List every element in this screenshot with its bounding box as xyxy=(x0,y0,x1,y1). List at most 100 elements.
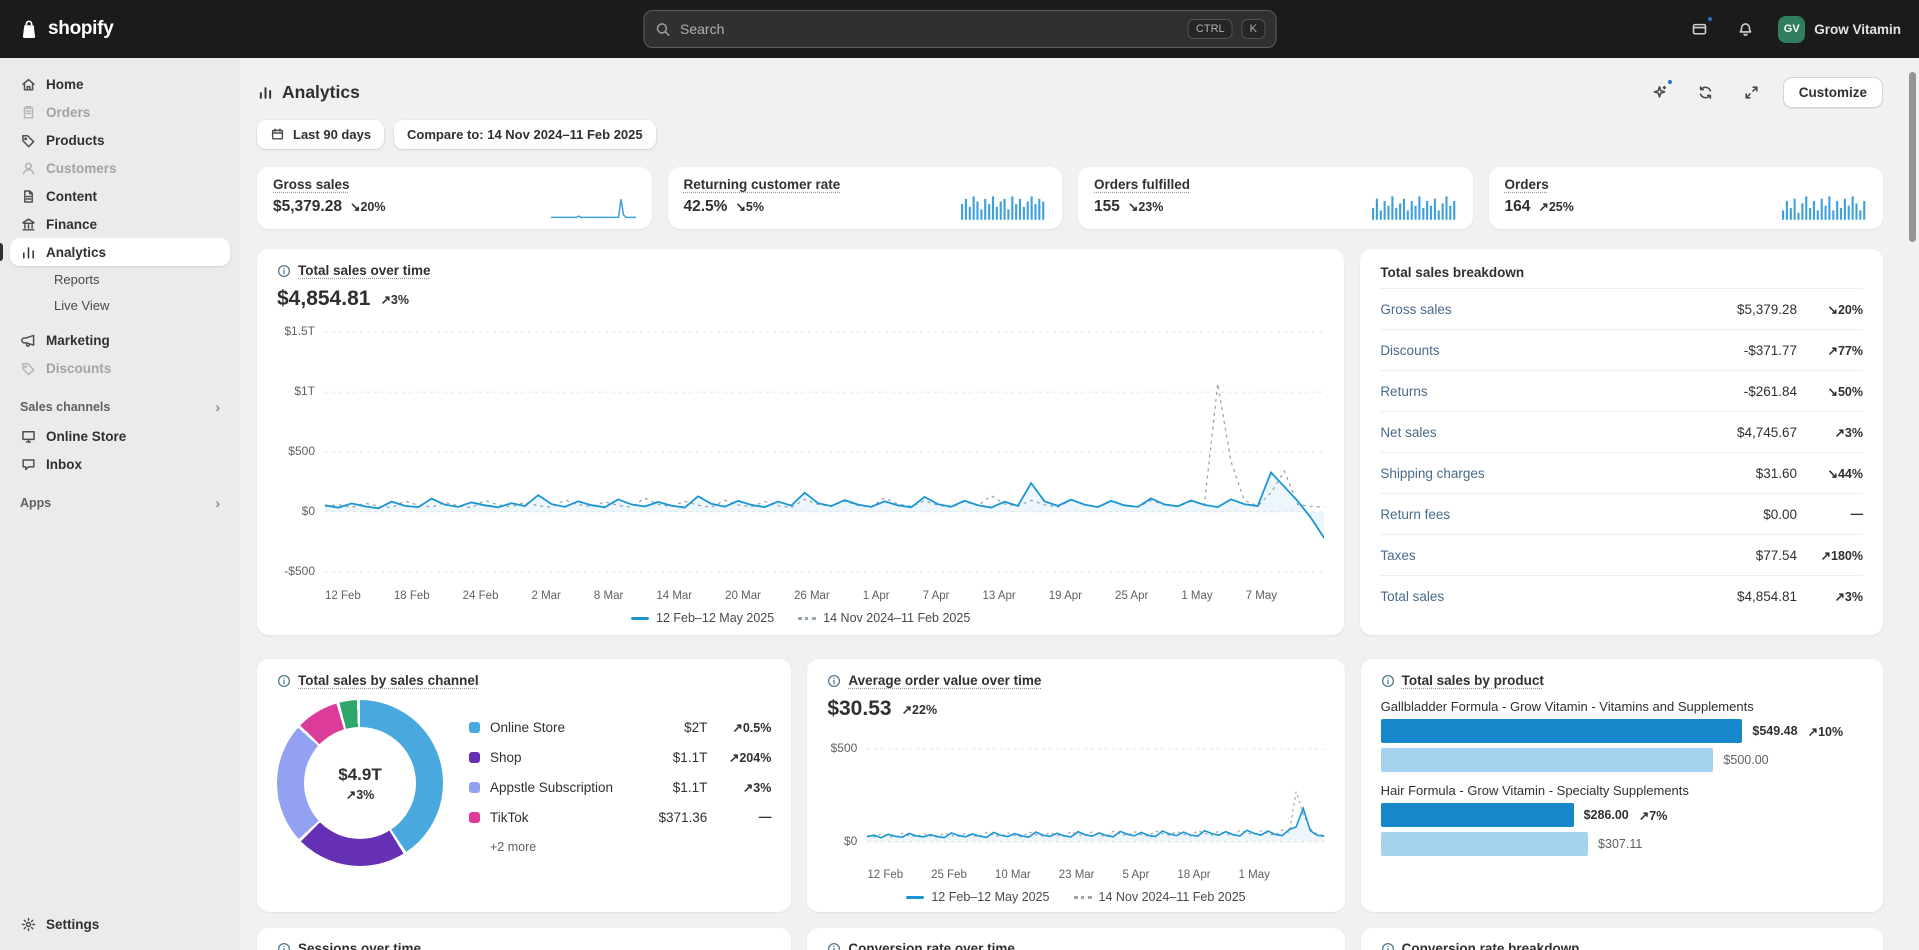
notifications-button[interactable] xyxy=(1732,16,1758,42)
previous-period-bar xyxy=(1381,748,1714,772)
kpi-title[interactable]: Orders fulfilled xyxy=(1094,177,1190,192)
sidebar-item-online-store[interactable]: Online Store xyxy=(10,422,230,450)
vertical-scrollbar[interactable] xyxy=(1909,72,1916,242)
customize-button[interactable]: Customize xyxy=(1783,77,1883,108)
kpi-title[interactable]: Gross sales xyxy=(273,177,350,192)
breakdown-row: Gross sales $5,379.28 ↘20% xyxy=(1380,288,1863,329)
sparkline-chart xyxy=(961,194,1046,220)
channel-legend-row: Appstle Subscription $1.1T ↗3% xyxy=(469,772,771,802)
kpi-value: 155 xyxy=(1094,198,1120,216)
breakdown-row: Taxes $77.54 ↗180% xyxy=(1380,534,1863,575)
sidebar-item-analytics[interactable]: Analytics xyxy=(10,238,230,266)
breakdown-link[interactable]: Net sales xyxy=(1380,425,1737,440)
chart-delta: ↗3% xyxy=(380,292,409,307)
monitor-icon xyxy=(20,428,37,445)
store-avatar: GV xyxy=(1778,16,1805,43)
chart-title[interactable]: Conversion rate breakdown xyxy=(1402,941,1580,950)
breakdown-row: Net sales $4,745.67 ↗3% xyxy=(1380,411,1863,452)
sidebar-item-discounts[interactable]: Discounts xyxy=(10,354,230,382)
shop-swatch xyxy=(469,752,480,763)
store-menu[interactable]: GV Grow Vitamin xyxy=(1778,16,1901,43)
kpi-delta: ↘23% xyxy=(1128,199,1164,214)
chart-title[interactable]: Total sales by product xyxy=(1402,673,1544,688)
chart-title[interactable]: Conversion rate over time xyxy=(848,941,1015,950)
breakdown-link[interactable]: Return fees xyxy=(1380,507,1763,522)
active-indicator xyxy=(0,243,3,261)
channel-legend-row: TikTok $371.36 — xyxy=(469,802,771,832)
chart-title[interactable]: Sessions over time xyxy=(298,941,421,950)
sidebar-item-orders[interactable]: Orders xyxy=(10,98,230,126)
donut-center-value: $4.9T xyxy=(338,765,381,785)
chat-icon xyxy=(20,456,37,473)
breakdown-link[interactable]: Shipping charges xyxy=(1380,466,1755,481)
brand-wordmark: shopify xyxy=(48,18,113,40)
appstle-swatch xyxy=(469,782,480,793)
donut-center-delta: ↗3% xyxy=(346,787,375,802)
info-icon xyxy=(277,264,291,278)
kpi-title[interactable]: Orders xyxy=(1505,177,1549,192)
total-sales-over-time-card: Total sales over time $4,854.81 ↗3% $1.5… xyxy=(257,249,1344,635)
kpi-card-returning-customer-rate: Returning customer rate 42.5% ↘5% xyxy=(668,167,1063,229)
breakdown-link[interactable]: Gross sales xyxy=(1380,302,1737,317)
search-icon xyxy=(654,21,671,38)
shopify-logo[interactable]: shopify xyxy=(0,18,113,40)
kpi-card-orders: Orders 164 ↗25% xyxy=(1489,167,1884,229)
kpi-value: $5,379.28 xyxy=(273,198,342,216)
sidebar-item-content[interactable]: Content xyxy=(10,182,230,210)
breakdown-link[interactable]: Total sales xyxy=(1380,589,1737,604)
more-channels-link[interactable]: +2 more xyxy=(490,840,771,854)
chevron-right-icon: › xyxy=(215,400,220,414)
home-icon xyxy=(20,76,37,93)
aov-line-chart xyxy=(867,729,1324,864)
breakdown-row: Shipping charges $31.60 ↘44% xyxy=(1380,452,1863,493)
assistant-button[interactable] xyxy=(1645,77,1675,107)
breakdown-title: Total sales breakdown xyxy=(1380,263,1863,288)
current-period-bar xyxy=(1381,719,1743,743)
sidebar-item-home[interactable]: Home xyxy=(10,70,230,98)
compare-to-button[interactable]: Compare to: 14 Nov 2024–11 Feb 2025 xyxy=(394,120,656,149)
sidebar-item-marketing[interactable]: Marketing xyxy=(10,326,230,354)
megaphone-icon xyxy=(20,332,37,349)
topbar: shopify Search CTRL K GV Grow Vitamin xyxy=(0,0,1919,58)
sidebar-item-finance[interactable]: Finance xyxy=(10,210,230,238)
sidebar-item-products[interactable]: Products xyxy=(10,126,230,154)
info-icon xyxy=(277,942,291,950)
breakdown-link[interactable]: Returns xyxy=(1380,384,1743,399)
total-sales-line-chart xyxy=(325,319,1324,585)
expand-icon xyxy=(1743,84,1760,101)
search-placeholder: Search xyxy=(680,21,1179,37)
kbd-ctrl: CTRL xyxy=(1188,19,1233,39)
sales-channel-donut-chart: $4.9T ↗3% xyxy=(277,700,443,866)
kbd-k: K xyxy=(1242,19,1265,39)
apps-section[interactable]: Apps › xyxy=(10,490,230,516)
sidebar-item-inbox[interactable]: Inbox xyxy=(10,450,230,478)
breakdown-link[interactable]: Taxes xyxy=(1380,548,1755,563)
sidebar-item-reports[interactable]: Reports xyxy=(10,266,230,292)
current-period-bar xyxy=(1381,803,1574,827)
view-store-button[interactable] xyxy=(1686,16,1712,42)
info-icon xyxy=(827,674,841,688)
sidebar-item-settings[interactable]: Settings xyxy=(10,910,230,938)
orders-icon xyxy=(20,104,37,121)
fullscreen-button[interactable] xyxy=(1737,77,1767,107)
sidebar-item-live-view[interactable]: Live View xyxy=(10,292,230,318)
kpi-title[interactable]: Returning customer rate xyxy=(684,177,841,192)
breakdown-row: Discounts -$371.77 ↗77% xyxy=(1380,329,1863,370)
breakdown-link[interactable]: Discounts xyxy=(1380,343,1743,358)
channel-legend-row: Shop $1.1T ↗204% xyxy=(469,742,771,772)
chart-title[interactable]: Total sales over time xyxy=(298,263,431,278)
date-range-button[interactable]: Last 90 days xyxy=(257,120,384,149)
search-input[interactable]: Search CTRL K xyxy=(643,10,1276,48)
chart-title[interactable]: Average order value over time xyxy=(848,673,1041,688)
discount-icon xyxy=(20,360,37,377)
chart-title[interactable]: Total sales by sales channel xyxy=(298,673,479,688)
breakdown-row: Total sales $4,854.81 ↗3% xyxy=(1380,575,1863,616)
refresh-button[interactable] xyxy=(1691,77,1721,107)
sidebar-item-customers[interactable]: Customers xyxy=(10,154,230,182)
sales-channels-section[interactable]: Sales channels › xyxy=(10,394,230,420)
conversion-rate-over-time-card: Conversion rate over time xyxy=(807,928,1344,950)
current-period-swatch xyxy=(631,617,649,620)
chevron-right-icon: › xyxy=(215,496,220,510)
info-icon xyxy=(827,942,841,950)
notification-dot xyxy=(1666,78,1674,86)
